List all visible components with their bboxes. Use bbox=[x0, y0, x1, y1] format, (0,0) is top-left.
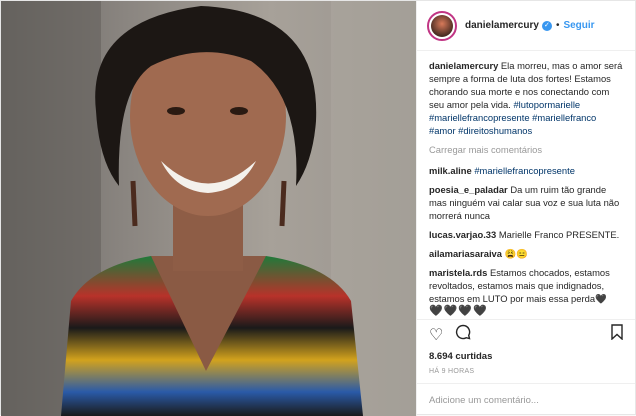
post-actions: ♡ bbox=[417, 319, 635, 349]
heart-icon[interactable]: ♡ bbox=[429, 325, 443, 345]
separator-dot: • bbox=[555, 20, 560, 31]
list-item: poesia_e_paladar Da um ruim tão grande m… bbox=[429, 183, 623, 222]
header-username[interactable]: danielamercury bbox=[465, 20, 539, 31]
comment-username[interactable]: lucas.varjao.33 bbox=[429, 229, 496, 240]
post-photo[interactable] bbox=[1, 1, 416, 416]
portrait-image bbox=[1, 1, 416, 416]
verified-icon: ✓ bbox=[541, 20, 552, 31]
comment-username[interactable]: milk.aline bbox=[429, 165, 472, 176]
add-comment-bar bbox=[417, 383, 635, 416]
load-more-comments[interactable]: Carregar mais comentários bbox=[429, 143, 623, 156]
comment-text[interactable]: #mariellefrancopresente bbox=[474, 165, 575, 176]
instagram-post: danielamercury ✓ • Seguir danielamercury… bbox=[0, 0, 636, 416]
comment-input[interactable] bbox=[429, 394, 623, 406]
list-item: milk.aline #mariellefrancopresente bbox=[429, 164, 623, 177]
avatar[interactable] bbox=[427, 10, 457, 41]
likes-count[interactable]: 8.694 curtidas bbox=[417, 349, 635, 364]
bookmark-icon[interactable] bbox=[611, 324, 623, 345]
comment-icon[interactable] bbox=[455, 324, 471, 345]
caption-username[interactable]: danielamercury bbox=[429, 60, 498, 71]
comment-hearts: 🖤🖤🖤🖤 bbox=[429, 305, 488, 317]
comments-list[interactable]: danielamercury Ela morreu, mas o amor se… bbox=[417, 51, 635, 319]
follow-button[interactable]: Seguir bbox=[563, 20, 594, 31]
list-item: maristela.rds Estamos chocados, estamos … bbox=[429, 266, 623, 318]
comment-text: Marielle Franco PRESENTE. bbox=[498, 229, 620, 240]
comment-username[interactable]: maristela.rds bbox=[429, 267, 487, 278]
list-item: lucas.varjao.33 Marielle Franco PRESENTE… bbox=[429, 228, 623, 241]
post-header: danielamercury ✓ • Seguir bbox=[417, 1, 635, 51]
list-item: ailamariasaraiva 😩😑 bbox=[429, 247, 623, 260]
post-sidebar: danielamercury ✓ • Seguir danielamercury… bbox=[416, 1, 635, 416]
post-timestamp: HÁ 9 HORAS bbox=[429, 368, 475, 375]
comment-username[interactable]: poesia_e_paladar bbox=[429, 184, 508, 195]
comment-text: 😩😑 bbox=[504, 248, 528, 259]
caption: danielamercury Ela morreu, mas o amor se… bbox=[429, 59, 623, 137]
comment-username[interactable]: ailamariasaraiva bbox=[429, 248, 502, 259]
